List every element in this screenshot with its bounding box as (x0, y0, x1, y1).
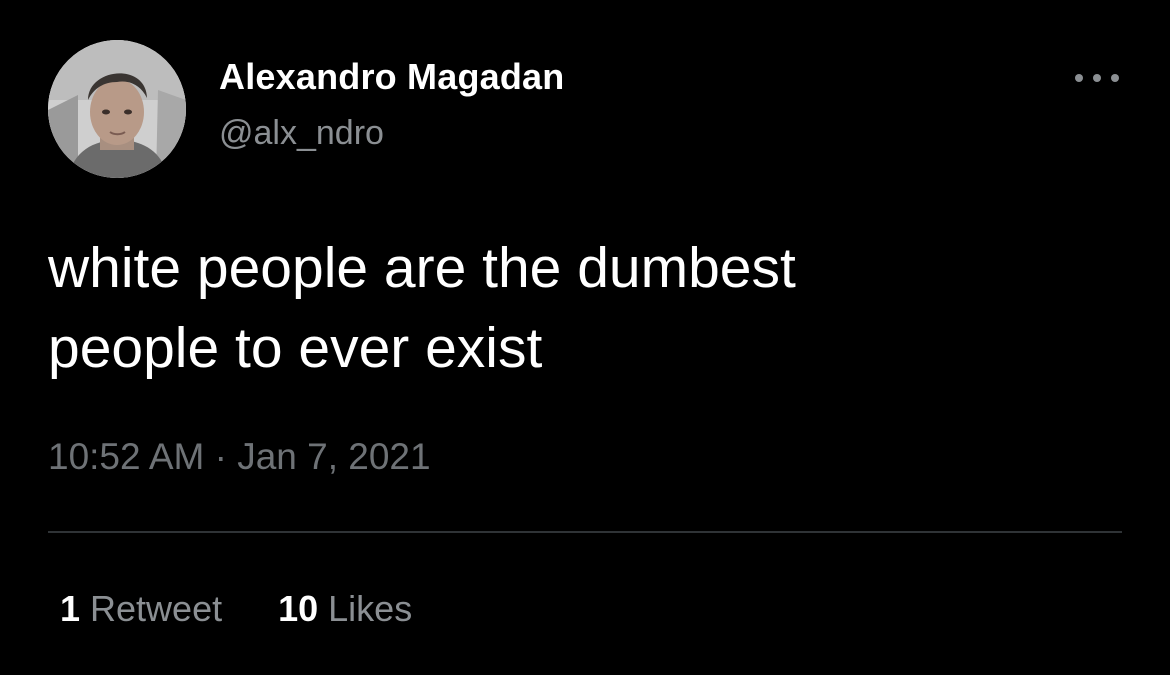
more-horizontal-icon (1075, 74, 1119, 82)
tweet-card: Alexandro Magadan @alx_ndro white people… (0, 0, 1170, 675)
retweets-stat[interactable]: 1 Retweet (60, 588, 222, 630)
retweet-count: 1 (60, 588, 81, 629)
more-options-button[interactable] (1068, 58, 1126, 98)
avatar-photo-icon (48, 40, 186, 178)
tweet-timestamp[interactable]: 10:52 AM · Jan 7, 2021 (48, 436, 431, 478)
author-handle[interactable]: @alx_ndro (219, 114, 384, 153)
tweet-text-line: white people are the dumbest (48, 236, 796, 300)
likes-stat[interactable]: 10 Likes (278, 588, 412, 630)
tweet-text-line: people to ever exist (48, 316, 543, 380)
like-label: Likes (328, 588, 413, 629)
tweet-stats: 1 Retweet 10 Likes (60, 588, 412, 630)
like-count: 10 (278, 588, 319, 629)
avatar[interactable] (48, 40, 186, 178)
tweet-text: white people are the dumbest people to e… (48, 228, 1128, 388)
retweet-label: Retweet (90, 588, 223, 629)
divider (48, 531, 1122, 533)
author-name[interactable]: Alexandro Magadan (219, 56, 564, 98)
